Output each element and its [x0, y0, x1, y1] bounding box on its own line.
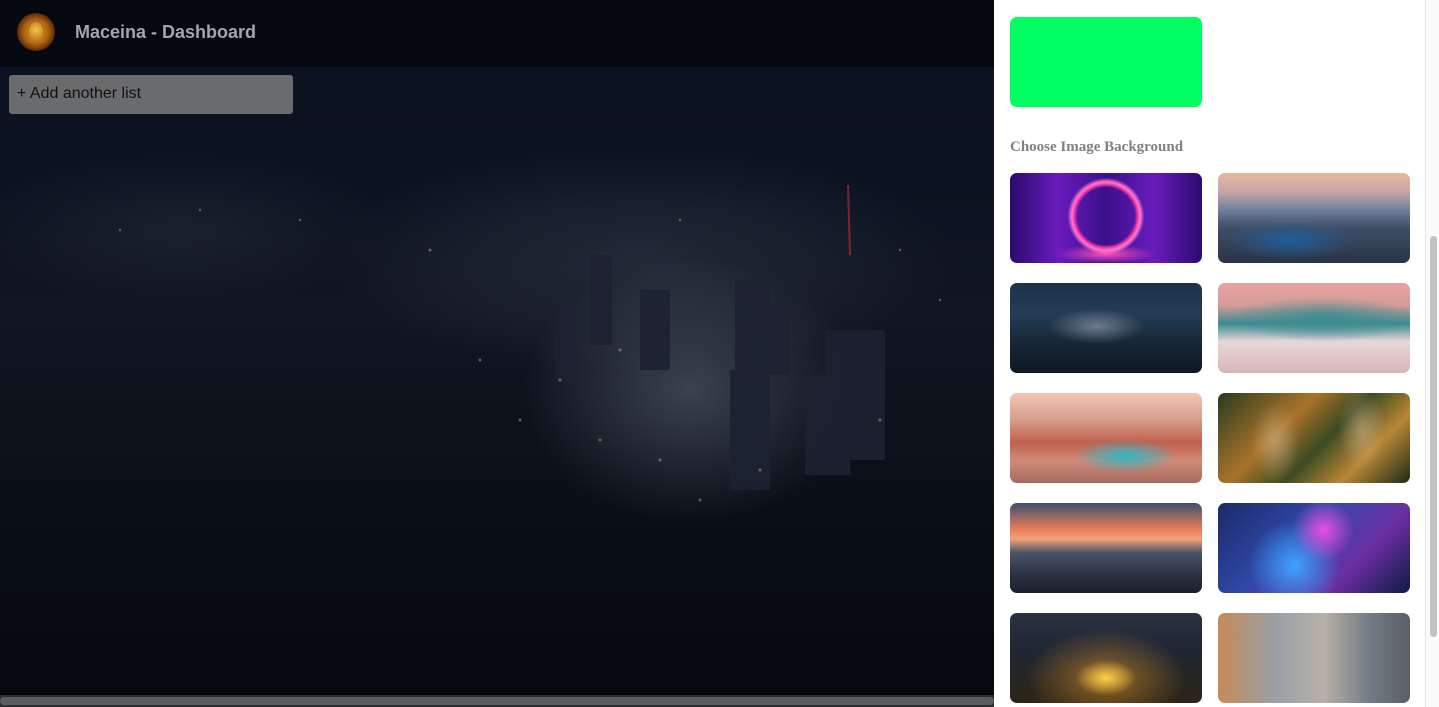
- board-background: Maceina - Dashboard + Add another list: [0, 0, 994, 707]
- lion-logo-icon[interactable]: [17, 13, 55, 51]
- image-option-forest-roads[interactable]: [1218, 393, 1410, 483]
- image-option-arc-night[interactable]: [1010, 613, 1202, 703]
- image-option-neon-city[interactable]: [1218, 503, 1410, 593]
- horizontal-scrollbar-thumb[interactable]: [0, 697, 994, 705]
- horizontal-scrollbar[interactable]: [0, 695, 994, 707]
- image-option-river-city[interactable]: [1010, 393, 1202, 483]
- image-option-sunset-city[interactable]: [1010, 503, 1202, 593]
- vertical-scrollbar-thumb[interactable]: [1430, 236, 1437, 637]
- image-background-grid: [1010, 173, 1410, 703]
- image-option-coastal-city[interactable]: [1218, 173, 1410, 263]
- vertical-scrollbar[interactable]: [1425, 0, 1439, 707]
- add-list-button[interactable]: + Add another list: [9, 75, 293, 114]
- image-option-tower-blocks[interactable]: [1218, 613, 1410, 703]
- image-option-mountain-town[interactable]: [1218, 283, 1410, 373]
- top-bar: Maceina - Dashboard: [0, 0, 994, 67]
- image-option-night-city[interactable]: [1010, 283, 1202, 373]
- color-background-swatch[interactable]: [1010, 17, 1202, 107]
- image-option-neon-ring[interactable]: [1010, 173, 1202, 263]
- image-background-title: Choose Image Background: [1010, 139, 1184, 155]
- app-title: Maceina - Dashboard: [75, 22, 257, 42]
- background-settings-panel: Choose Image Background: [994, 0, 1439, 707]
